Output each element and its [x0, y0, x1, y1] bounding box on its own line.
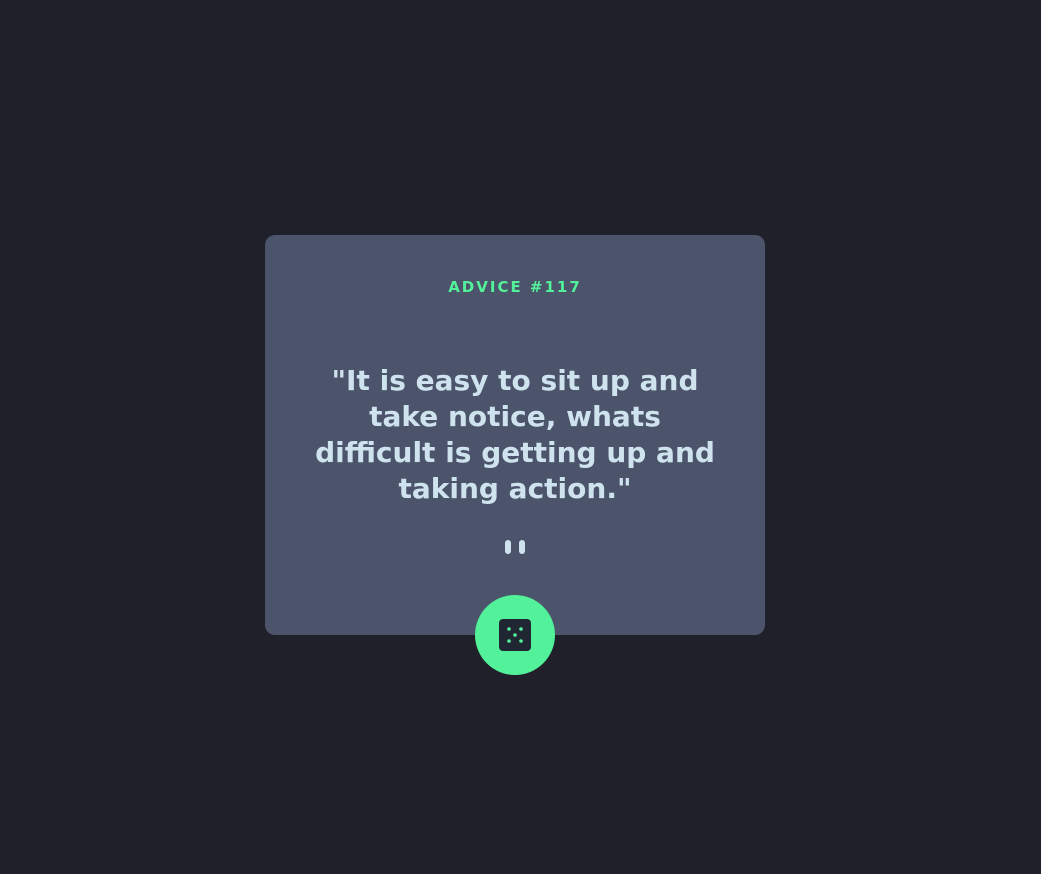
- divider-bar-left: [505, 540, 511, 554]
- advice-text: "It is easy to sit up and take notice, w…: [315, 364, 715, 505]
- divider-bar-right: [519, 540, 525, 554]
- dice-button[interactable]: [475, 595, 555, 675]
- pause-icon: [265, 540, 765, 554]
- dice-icon: [499, 619, 531, 651]
- advice-id: ADVICE #117: [448, 278, 582, 296]
